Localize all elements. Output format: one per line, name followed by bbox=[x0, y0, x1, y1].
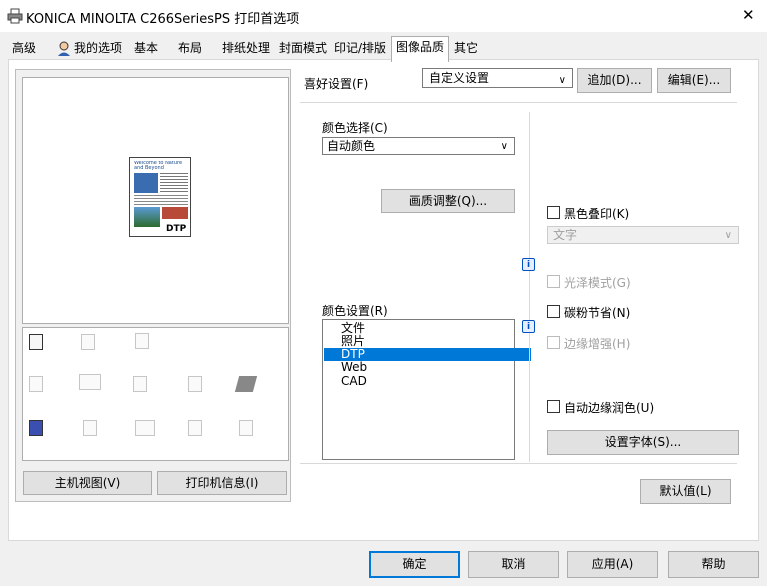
pages-icon[interactable] bbox=[135, 333, 149, 349]
dtp-icon[interactable] bbox=[29, 420, 43, 436]
window-title: KONICA MINOLTA C266SeriesPS 打印首选项 bbox=[26, 12, 300, 27]
tab-my-options[interactable]: 我的选项 bbox=[54, 38, 126, 60]
black-overprint-label: 黑色叠印(K) bbox=[564, 207, 630, 221]
thumbnail-photo-3 bbox=[162, 207, 188, 219]
thumbnail-photo-1 bbox=[134, 173, 158, 193]
info-icon[interactable]: i bbox=[522, 320, 535, 333]
cancel-button[interactable]: 取消 bbox=[468, 551, 559, 578]
text-page-icon[interactable] bbox=[133, 376, 147, 392]
tab-cover-mode[interactable]: 封面模式 bbox=[275, 38, 331, 60]
font-settings-button[interactable]: 设置字体(S)... bbox=[547, 430, 739, 455]
color-settings-list[interactable]: 文件 照片 DTP Web CAD bbox=[322, 319, 531, 460]
tab-advanced[interactable]: 高级 bbox=[8, 38, 40, 60]
page-preview: Welcome to Nature and Beyond DTP bbox=[22, 77, 289, 324]
form-icon[interactable] bbox=[188, 376, 202, 392]
favorite-select[interactable]: 自定义设置 ∨ bbox=[422, 68, 573, 88]
title-bar: KONICA MINOLTA C266SeriesPS 打印首选项 ✕ bbox=[0, 0, 767, 32]
color-settings-label: 颜色设置(R) bbox=[322, 304, 388, 318]
favorite-label: 喜好设置(F) bbox=[304, 77, 369, 91]
tab-finishing[interactable]: 排纸处理 bbox=[218, 38, 274, 60]
edge-enhance-label: 边缘增强(H) bbox=[564, 337, 631, 351]
toner-save-checkbox[interactable] bbox=[547, 305, 560, 318]
glossy-mode-checkbox bbox=[547, 275, 560, 288]
settings-page-icon[interactable] bbox=[188, 420, 202, 436]
auto-trapping-label: 自动边缘润色(U) bbox=[564, 401, 655, 415]
user-page-icon[interactable] bbox=[83, 420, 97, 436]
thumbnail-title: Welcome to Nature and Beyond bbox=[134, 161, 183, 171]
apply-button[interactable]: 应用(A) bbox=[567, 551, 658, 578]
tab-image-quality[interactable]: 图像品质 bbox=[391, 36, 450, 62]
output-icon[interactable] bbox=[29, 334, 43, 350]
black-overprint-select: 文字 ∨ bbox=[547, 226, 739, 244]
info-icon[interactable]: i bbox=[522, 258, 535, 271]
quality-adjust-button[interactable]: 画质调整(Q)... bbox=[381, 189, 515, 213]
black-overprint-checkbox[interactable] bbox=[547, 206, 560, 219]
glossy-mode-label: 光泽模式(G) bbox=[564, 276, 631, 290]
tab-other[interactable]: 其它 bbox=[450, 38, 482, 60]
color-select[interactable]: 自动颜色 ∨ bbox=[322, 137, 515, 155]
color-select-label: 颜色选择(C) bbox=[322, 121, 388, 135]
stack-icon[interactable] bbox=[29, 376, 43, 392]
tab-stamp-layout[interactable]: 印记/排版 bbox=[330, 38, 390, 60]
booklet-icon[interactable] bbox=[234, 376, 258, 392]
thumbnail-text-block bbox=[160, 173, 188, 193]
default-button[interactable]: 默认值(L) bbox=[640, 479, 731, 504]
user-icon bbox=[58, 41, 70, 56]
list-item[interactable]: CAD bbox=[324, 375, 531, 388]
chevron-down-icon: ∨ bbox=[558, 75, 566, 86]
tab-bar: 高级 我的选项 基本 布局 排纸处理 封面模式 印记/排版 图像品质 其它 bbox=[0, 36, 767, 62]
list-page-icon[interactable] bbox=[239, 420, 253, 436]
favorite-value: 自定义设置 bbox=[429, 71, 490, 85]
close-icon[interactable]: ✕ bbox=[742, 6, 755, 24]
tab-basic[interactable]: 基本 bbox=[130, 38, 162, 60]
host-view-button[interactable]: 主机视图(V) bbox=[23, 471, 152, 495]
toner-save-label: 碳粉节省(N) bbox=[564, 306, 631, 320]
add-favorite-button[interactable]: 追加(D)... bbox=[577, 68, 652, 93]
help-button[interactable]: 帮助 bbox=[668, 551, 759, 578]
printer-icon bbox=[7, 8, 23, 24]
divider-bottom bbox=[300, 463, 737, 464]
chevron-down-icon: ∨ bbox=[500, 141, 508, 152]
thumbnail-text-block-2 bbox=[134, 195, 188, 205]
printer-info-button[interactable]: 打印机信息(I) bbox=[157, 471, 287, 495]
function-icon-grid bbox=[22, 327, 289, 461]
divider-top bbox=[300, 102, 737, 103]
tab-my-options-label: 我的选项 bbox=[74, 41, 123, 55]
edit-favorite-button[interactable]: 编辑(E)... bbox=[657, 68, 731, 93]
divider-vertical bbox=[529, 112, 530, 462]
list-item[interactable]: Web bbox=[324, 361, 531, 374]
page-thumbnail: Welcome to Nature and Beyond DTP bbox=[129, 157, 191, 237]
ok-button[interactable]: 确定 bbox=[369, 551, 460, 578]
tab-layout[interactable]: 布局 bbox=[174, 38, 206, 60]
edge-enhance-checkbox bbox=[547, 336, 560, 349]
thumbnail-photo-2 bbox=[134, 207, 160, 227]
layout-icon[interactable] bbox=[79, 374, 101, 390]
gear-page-icon[interactable] bbox=[135, 420, 155, 436]
color-select-value: 自动颜色 bbox=[327, 139, 376, 153]
chevron-down-icon: ∨ bbox=[724, 230, 732, 241]
page-icon-1[interactable] bbox=[81, 334, 95, 350]
thumbnail-mode-label: DTP bbox=[166, 224, 187, 234]
black-overprint-value: 文字 bbox=[553, 228, 578, 242]
auto-trapping-checkbox[interactable] bbox=[547, 400, 560, 413]
